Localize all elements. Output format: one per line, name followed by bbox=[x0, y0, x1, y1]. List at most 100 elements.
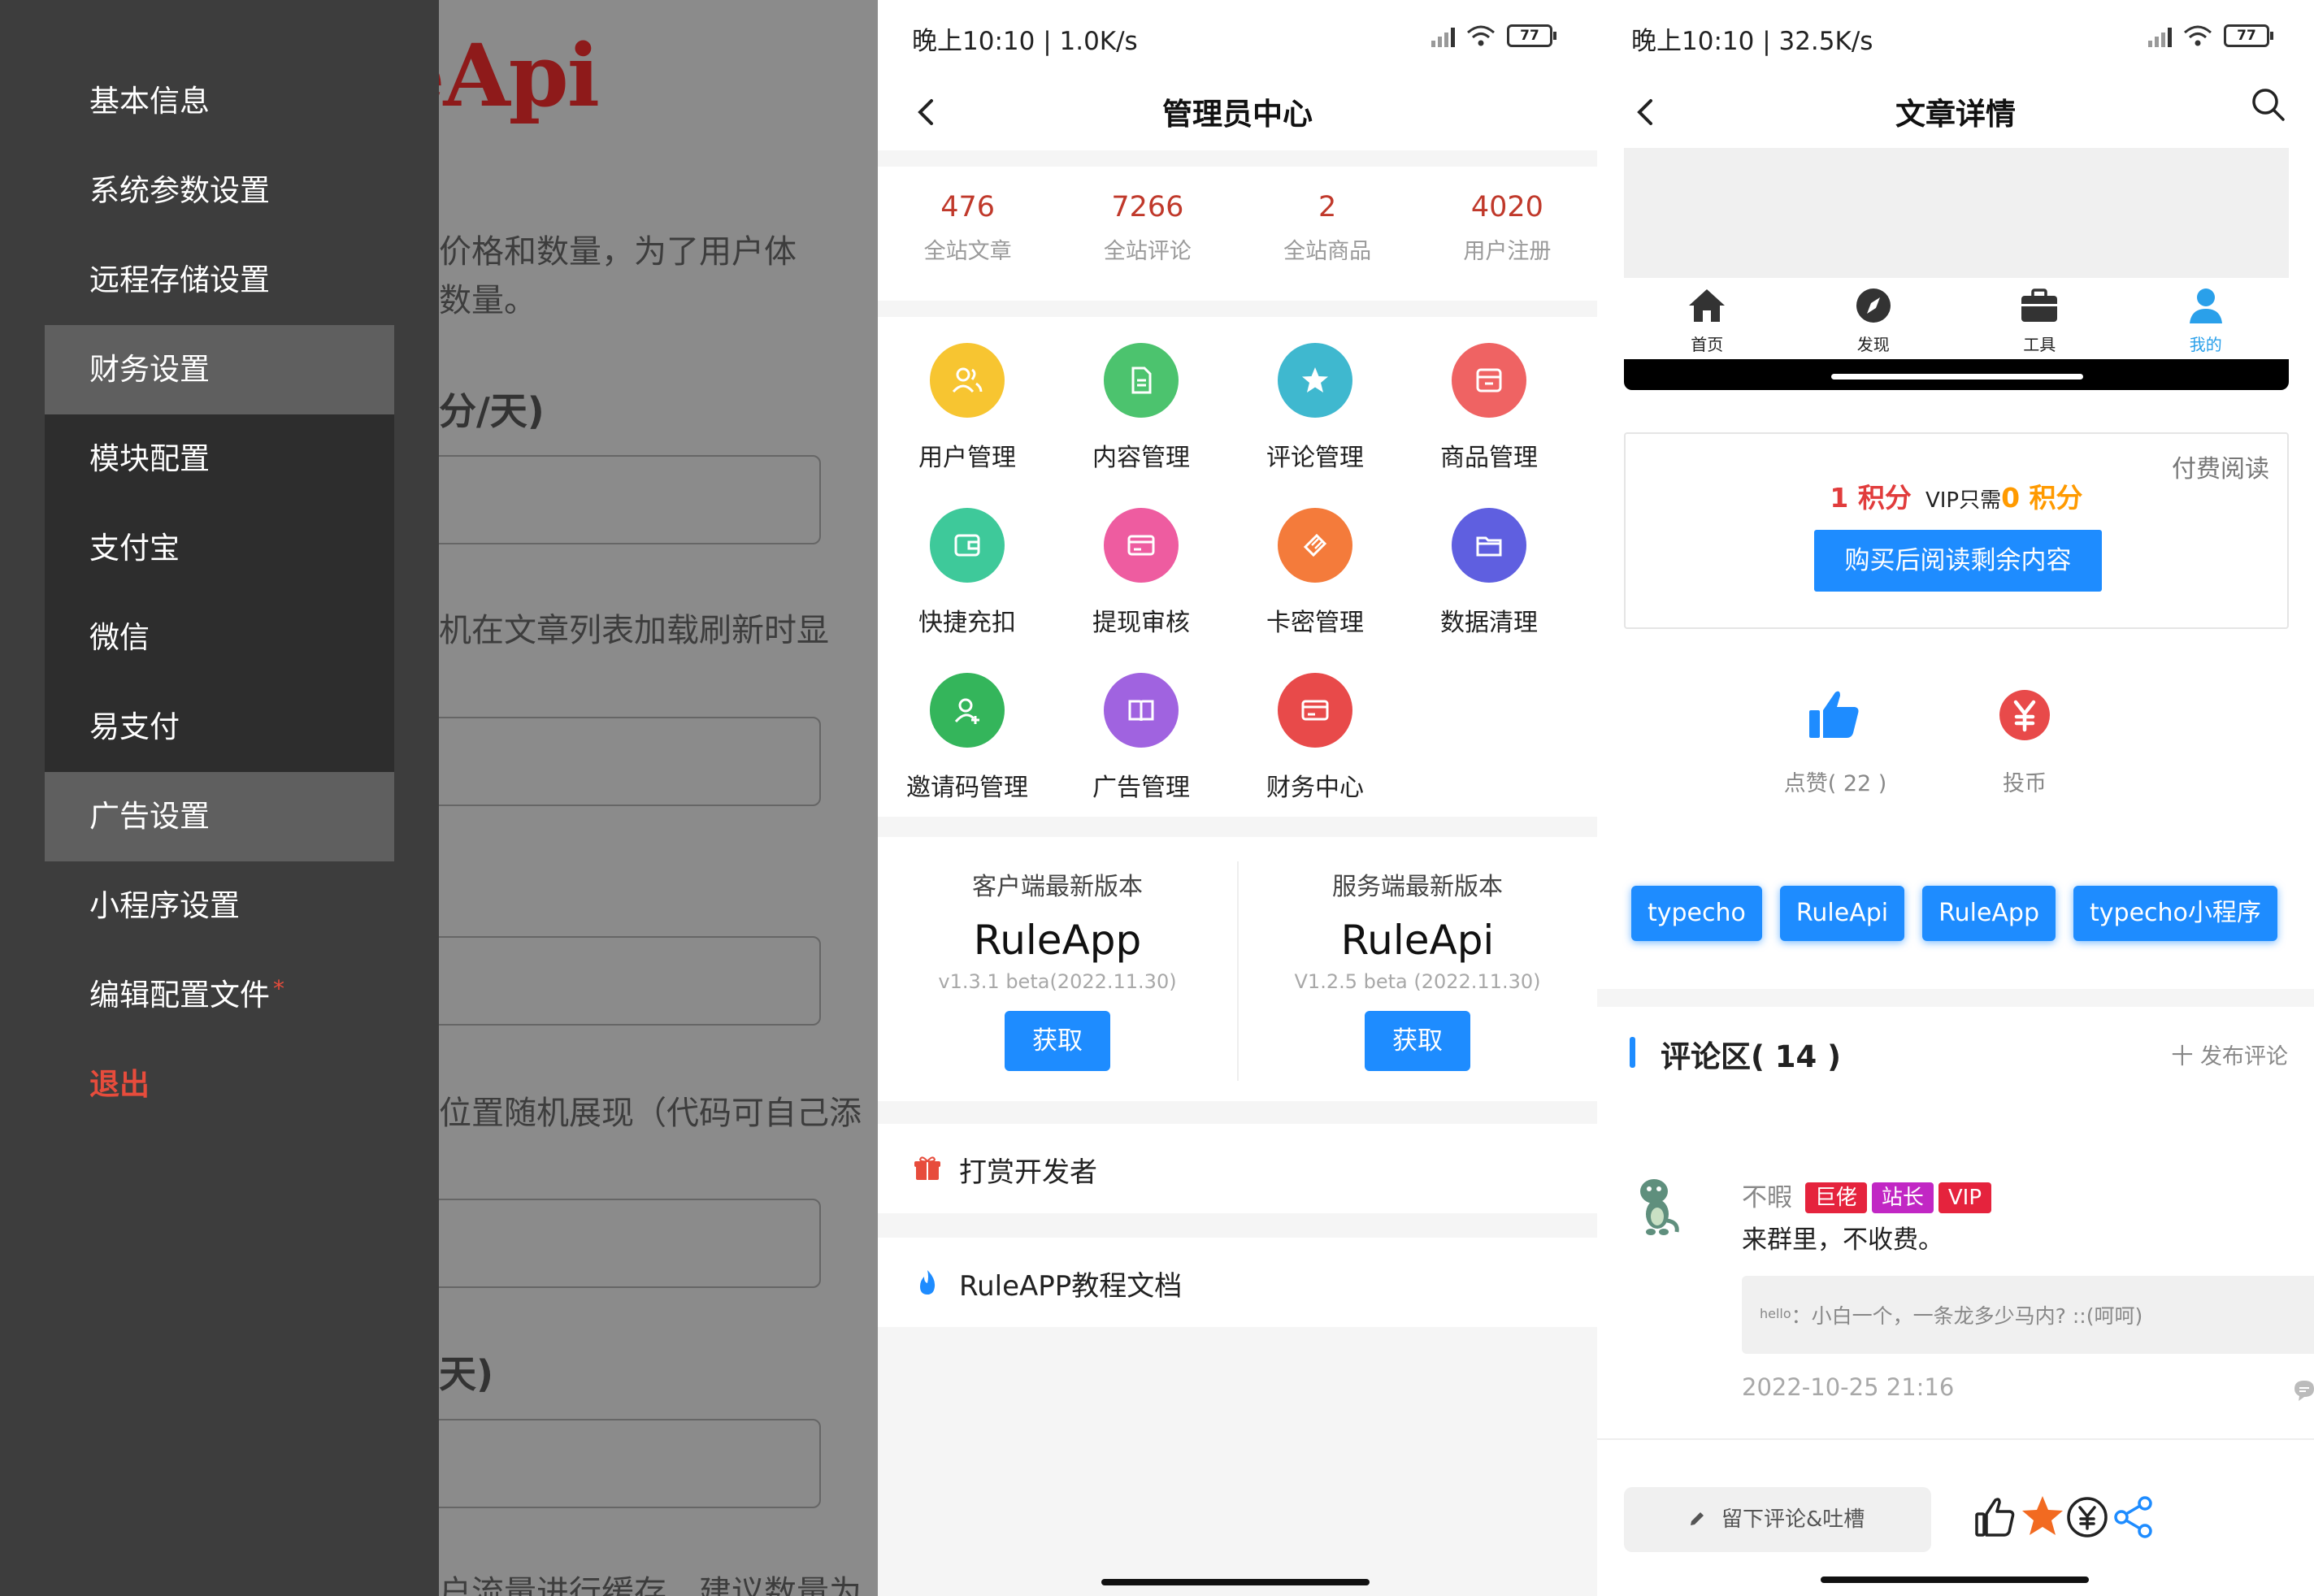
tab-home[interactable]: 首页 bbox=[1624, 278, 1791, 359]
stat-articles[interactable]: 476 全站文章 bbox=[878, 167, 1057, 301]
tag-typecho-miniprogram[interactable]: typecho小程序 bbox=[2073, 886, 2277, 941]
menu-item-label: 支付宝 bbox=[89, 531, 180, 566]
required-mark: * bbox=[273, 975, 284, 1002]
grid-item-user-management[interactable]: 用户管理 bbox=[880, 343, 1054, 473]
yuan-coin-icon[interactable] bbox=[2063, 1493, 2112, 1542]
background-input bbox=[423, 1419, 821, 1508]
menu-item-basic-info[interactable]: 基本信息 bbox=[45, 57, 394, 146]
tab-discover[interactable]: 发现 bbox=[1791, 278, 1957, 359]
signal-icon bbox=[1431, 24, 1455, 47]
admin-settings-panel: eApi 价格和数量，为了用户体 数量。 分/天) 机在文章列表加载刷新时显 位… bbox=[0, 0, 878, 1596]
background-desc: 户流量进行缓存，建议数量为 bbox=[439, 1574, 862, 1596]
wifi-icon bbox=[1467, 25, 1495, 46]
section-accent-bar bbox=[1630, 1037, 1635, 1068]
settings-drawer: 基本信息 系统参数设置 远程存储设置 财务设置 模块配置 支付宝 微信 易支付 … bbox=[0, 0, 439, 1596]
tab-mine[interactable]: 我的 bbox=[2123, 278, 2290, 359]
comments-header: 评论区( 14 ) 十 发布评论 bbox=[1630, 1032, 2288, 1074]
menu-item-remote-storage[interactable]: 远程存储设置 bbox=[45, 236, 394, 325]
grid-item-comment-management[interactable]: 评论管理 bbox=[1228, 343, 1402, 473]
menu-item-finance[interactable]: 财务设置 bbox=[45, 325, 394, 414]
menu-item-miniprogram[interactable]: 小程序设置 bbox=[45, 861, 394, 951]
article-image-placeholder bbox=[1624, 148, 2289, 278]
section-separator bbox=[1597, 989, 2314, 1007]
book-icon bbox=[1104, 673, 1179, 748]
status-icons: 77 bbox=[2148, 21, 2273, 50]
coin-action[interactable]: 投币 bbox=[1960, 683, 2090, 797]
like-action[interactable]: 点赞( 22 ) bbox=[1770, 683, 1900, 797]
add-comment-button[interactable]: 十 发布评论 bbox=[2171, 1039, 2288, 1070]
grid-item-data-cleanup[interactable]: 数据清理 bbox=[1402, 508, 1576, 638]
coin-label: 投币 bbox=[2003, 771, 2047, 796]
tag-ruleapi[interactable]: RuleApi bbox=[1779, 886, 1905, 941]
quoted-text: ：小白一个，一条龙多少马内? ::(呵呵) bbox=[1791, 1304, 2143, 1328]
home-indicator[interactable] bbox=[1821, 1576, 2089, 1583]
status-bar: 晚上10:10 | 1.0K/s 77 bbox=[878, 0, 1597, 73]
article-detail-panel: 晚上10:10 | 32.5K/s 77 文章详情 首页 发现 工具 我的 付费… bbox=[1597, 0, 2314, 1596]
favorite-star-icon[interactable] bbox=[2018, 1493, 2067, 1542]
comment-input[interactable]: 留下评论&吐槽 bbox=[1624, 1487, 1931, 1552]
background-desc-line1: 价格和数量，为了用户体 bbox=[439, 233, 797, 271]
signal-icon bbox=[2148, 24, 2172, 47]
admin-function-grid: 用户管理 内容管理 评论管理 商品管理 快捷充扣 提现审核 卡密管理 数据清理 … bbox=[878, 317, 1597, 817]
stat-label: 全站文章 bbox=[923, 239, 1012, 264]
vip-price: 0 积分 bbox=[2001, 482, 2083, 514]
menu-item-logout[interactable]: 退出 bbox=[45, 1040, 394, 1130]
page-title: 管理员中心 bbox=[1162, 97, 1313, 132]
menu-item-epay[interactable]: 易支付 bbox=[45, 683, 394, 772]
menu-item-label: 广告设置 bbox=[89, 799, 210, 834]
menu-item-modules[interactable]: 模块配置 bbox=[45, 414, 394, 504]
comment-author[interactable]: 不暇 bbox=[1742, 1183, 1792, 1212]
menu-item-alipay[interactable]: 支付宝 bbox=[45, 504, 394, 593]
card-icon bbox=[1104, 508, 1179, 583]
thumbs-up-icon bbox=[1809, 691, 1859, 738]
menu-item-label: 系统参数设置 bbox=[89, 173, 270, 208]
star-icon bbox=[1278, 343, 1352, 418]
users-icon bbox=[930, 343, 1005, 418]
get-server-button[interactable]: 获取 bbox=[1365, 1011, 1470, 1071]
versions-section: 客户端最新版本 RuleApp v1.3.1 beta(2022.11.30) … bbox=[878, 837, 1597, 1101]
reply-icon[interactable] bbox=[2292, 1378, 2314, 1403]
grid-item-withdraw-review[interactable]: 提现审核 bbox=[1054, 508, 1228, 638]
get-client-button[interactable]: 获取 bbox=[1005, 1011, 1110, 1071]
menu-item-system-params[interactable]: 系统参数设置 bbox=[45, 146, 394, 236]
grid-item-product-management[interactable]: 商品管理 bbox=[1402, 343, 1576, 473]
vip-prefix: VIP只需 bbox=[1925, 488, 2002, 513]
menu-item-label: 退出 bbox=[89, 1067, 150, 1102]
grid-item-ad-management[interactable]: 广告管理 bbox=[1054, 673, 1228, 803]
yuan-coin-icon bbox=[1999, 690, 2050, 740]
nav-bar: 文章详情 bbox=[1597, 73, 2314, 150]
avatar[interactable] bbox=[1630, 1173, 1683, 1238]
flame-icon bbox=[920, 1270, 936, 1295]
stat-registrations[interactable]: 4020 用户注册 bbox=[1417, 167, 1597, 301]
wallet-icon bbox=[930, 508, 1005, 583]
bottom-action-bar: 留下评论&吐槽 bbox=[1597, 1483, 2314, 1556]
search-icon[interactable] bbox=[2247, 84, 2290, 126]
grid-item-card-key-management[interactable]: 卡密管理 bbox=[1228, 508, 1402, 638]
grid-item-content-management[interactable]: 内容管理 bbox=[1054, 343, 1228, 473]
grid-item-finance-center[interactable]: 财务中心 bbox=[1228, 673, 1402, 803]
stats-row: 476 全站文章 7266 全站评论 2 全站商品 4020 用户注册 bbox=[878, 167, 1597, 301]
tag-typecho[interactable]: typecho bbox=[1631, 886, 1762, 941]
grid-item-quick-recharge[interactable]: 快捷充扣 bbox=[880, 508, 1054, 638]
page-title: 文章详情 bbox=[1895, 97, 2016, 132]
tab-tools[interactable]: 工具 bbox=[1956, 278, 2123, 359]
admin-center-panel: 晚上10:10 | 1.0K/s 77 管理员中心 476 全站文章 7266 全站… bbox=[878, 0, 1597, 1596]
comment-text: 来群里，不收费。 bbox=[1742, 1225, 1943, 1255]
link-reward-developer[interactable]: 打赏开发者 bbox=[878, 1124, 1597, 1213]
home-indicator[interactable] bbox=[1101, 1579, 1370, 1585]
menu-item-wechat[interactable]: 微信 bbox=[45, 593, 394, 683]
thumbs-up-icon[interactable] bbox=[1971, 1493, 2020, 1542]
grid-item-label: 广告管理 bbox=[1092, 774, 1190, 802]
grid-item-invite-code[interactable]: 邀请码管理 bbox=[880, 673, 1054, 803]
stat-products[interactable]: 2 全站商品 bbox=[1238, 167, 1417, 301]
tag-ruleapp[interactable]: RuleApp bbox=[1922, 886, 2056, 941]
version-title: 客户端最新版本 bbox=[972, 873, 1143, 901]
stat-comments[interactable]: 7266 全站评论 bbox=[1057, 167, 1237, 301]
share-icon[interactable] bbox=[2109, 1493, 2158, 1542]
menu-item-label: 模块配置 bbox=[89, 441, 210, 476]
menu-item-ads[interactable]: 广告设置 bbox=[45, 772, 394, 861]
menu-item-edit-config[interactable]: 编辑配置文件 * bbox=[45, 951, 394, 1040]
link-tutorial-docs[interactable]: RuleAPP教程文档 bbox=[878, 1238, 1597, 1327]
gift-icon bbox=[914, 1156, 940, 1180]
buy-to-read-button[interactable]: 购买后阅读剩余内容 bbox=[1814, 530, 2102, 592]
